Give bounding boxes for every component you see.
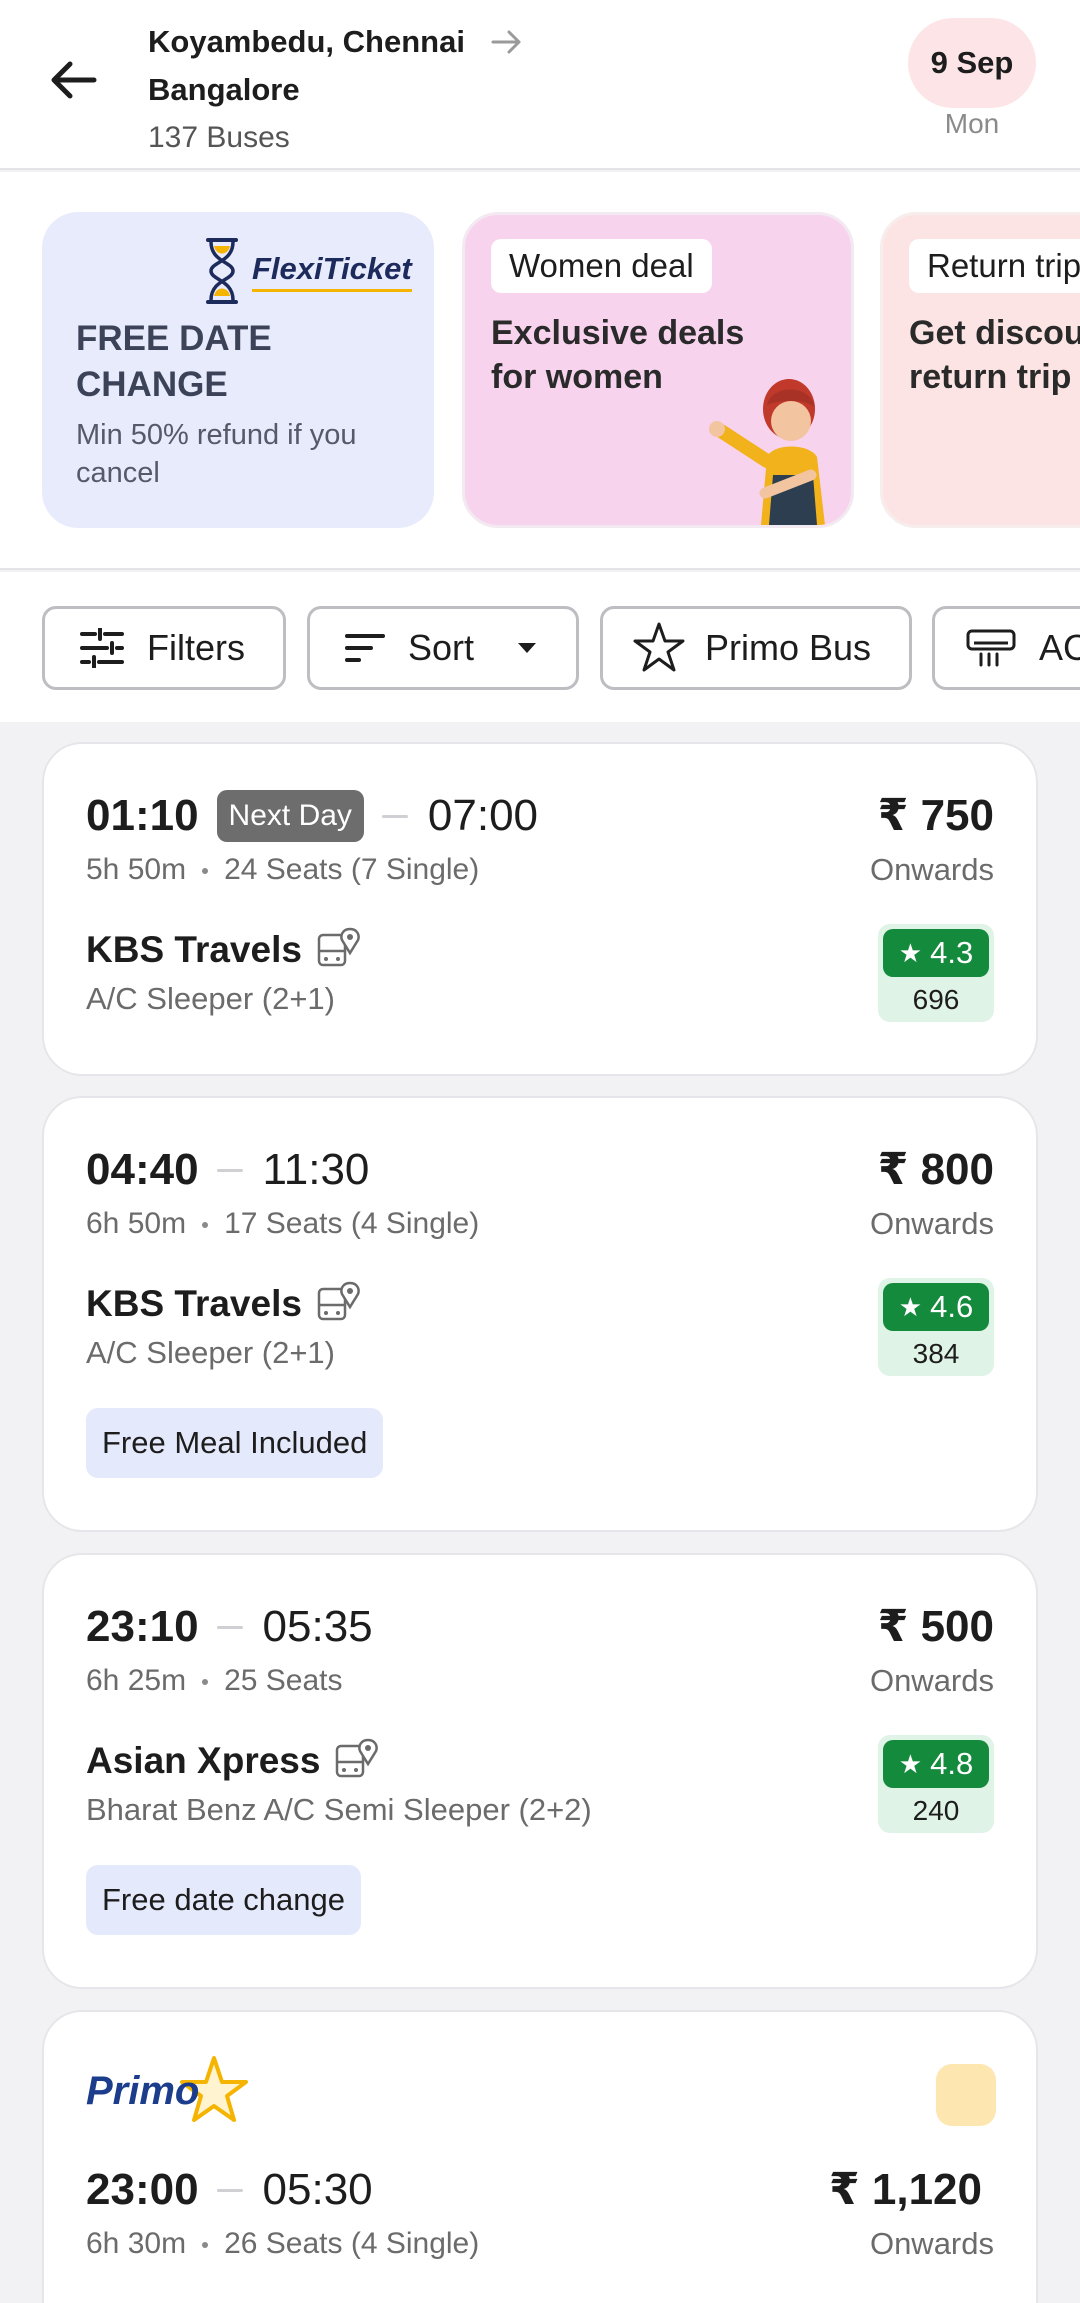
date-selector[interactable]: 9 Sep [908, 18, 1036, 108]
fare-onwards: Onwards [869, 1663, 994, 1698]
route-info[interactable]: Koyambedu, Chennai Bangalore 137 Buses [148, 18, 525, 162]
rating-value: 4.8 [930, 1746, 974, 1781]
operator-name: KBS Travels [86, 929, 302, 970]
departure-time: 01:10 [86, 791, 199, 840]
woman-illustration [709, 379, 825, 525]
offer-card-flexiticket[interactable]: FlexiTicket FREE DATE CHANGE Min 50% ref… [42, 212, 434, 528]
fare: ₹ 800 [877, 1145, 994, 1194]
arrow-right-icon [491, 30, 521, 54]
bus-tracking-icon [336, 1738, 379, 1778]
fare-onwards: Onwards [869, 852, 994, 887]
duration: 6h 50m [86, 1207, 187, 1240]
operator-name: Asian Xpress [86, 1740, 321, 1781]
fare: ₹ 500 [877, 1602, 994, 1651]
review-count: 384 [912, 1338, 960, 1369]
next-day-badge: Next Day [216, 790, 364, 842]
seats-available: 25 Seats [224, 1664, 343, 1697]
top-app-bar: Koyambedu, Chennai Bangalore 137 Buses 9… [0, 0, 1080, 170]
rating-badge: ★ 4.8 240 [878, 1735, 994, 1833]
offer-subtitle: Min 50% refund if you cancel [76, 419, 357, 489]
offer-card-return-trip[interactable]: Return trip Get discount on return trip [880, 212, 1080, 528]
bus-card-primo[interactable]: Primo 23:00 05:30 6h 30m 26 Seats (4 Sing… [42, 2010, 1038, 2303]
bus-card[interactable]: 04:40 11:30 6h 50m 17 Seats (4 Single) ₹ … [42, 1096, 1038, 1532]
air-conditioner-icon [966, 629, 1016, 667]
destination-city: Bangalore [148, 72, 300, 107]
offer-tag: Return trip [909, 239, 1080, 293]
bus-count: 137 Buses [148, 121, 290, 154]
trip-meta: 6h 50m 17 Seats (4 Single) [86, 1204, 479, 1244]
bus-tracking-icon [317, 1281, 360, 1321]
sliders-icon [80, 628, 124, 668]
fare-onwards: Onwards [869, 2226, 994, 2261]
fare: ₹ 1,120 [829, 2165, 982, 2214]
date-weekday: Mon [944, 108, 1000, 139]
trip-meta: 5h 50m 24 Seats (7 Single) [86, 850, 479, 890]
rating-badge: ★ 4.6 384 [878, 1278, 994, 1376]
offers-carousel[interactable]: FlexiTicket FREE DATE CHANGE Min 50% ref… [0, 172, 1080, 570]
ac-chip[interactable]: AC [932, 606, 1080, 690]
seats-available: 24 Seats (7 Single) [224, 853, 480, 886]
bus-tracking-icon [317, 927, 360, 967]
arrival-time: 05:35 [262, 1602, 373, 1651]
star-icon: ★ [898, 937, 923, 968]
arrival-time: 07:00 [427, 791, 539, 840]
time-separator [216, 1168, 243, 1172]
star-outline-icon [633, 622, 685, 672]
primo-bus-chip[interactable]: Primo Bus [600, 606, 912, 690]
time-separator [216, 2188, 243, 2192]
duration: 6h 25m [86, 1664, 187, 1697]
review-count: 696 [912, 984, 960, 1015]
fare-onwards: Onwards [869, 1206, 994, 1241]
operator-name: KBS Travels [86, 1283, 302, 1324]
bus-card[interactable]: 01:10 Next Day 07:00 5h 50m 24 Seats (7 S… [42, 742, 1038, 1076]
star-icon: ★ [898, 1748, 923, 1779]
amenity-badge: Free Meal Included [86, 1408, 384, 1478]
arrival-time: 05:30 [262, 2165, 373, 2214]
departure-time: 23:00 [86, 2165, 199, 2214]
filters-chip[interactable]: Filters [42, 606, 286, 690]
svg-text:Primo: Primo [86, 2069, 199, 2113]
trip-meta: 6h 25m 25 Seats [86, 1661, 343, 1701]
departure-time: 23:10 [86, 1602, 199, 1651]
origin-city: Koyambedu, Chennai [148, 24, 465, 59]
bus-card[interactable]: 23:10 05:35 6h 25m 25 Seats ₹ 500 Onwards… [42, 1553, 1038, 1989]
sort-lines-icon [345, 634, 385, 662]
bus-type: A/C Sleeper (2+1) [86, 981, 335, 1016]
caret-down-icon [518, 643, 537, 653]
duration: 6h 30m [86, 2227, 187, 2260]
primo-badge-icon [936, 2064, 996, 2126]
seats-available: 26 Seats (4 Single) [224, 2227, 480, 2260]
sort-chip[interactable]: Sort [307, 606, 579, 690]
fare: ₹ 750 [877, 791, 994, 840]
arrival-time: 11:30 [262, 1145, 370, 1194]
flexiticket-logo: FlexiTicket [202, 236, 412, 306]
rating-value: 4.6 [930, 1289, 974, 1324]
filter-chips-row: Filters Sort Primo Bus AC [0, 572, 1080, 722]
duration: 5h 50m [86, 853, 187, 886]
offer-tag: Women deal [491, 239, 712, 293]
rating-badge: ★ 4.3 696 [878, 924, 994, 1022]
time-separator [216, 1625, 243, 1629]
primo-logo: Primo [86, 2056, 248, 2122]
offer-title: Get discount on return trip [909, 314, 1080, 396]
seats-available: 17 Seats (4 Single) [224, 1207, 480, 1240]
offer-card-women-deal[interactable]: Women deal Exclusive deals for women [462, 212, 854, 528]
back-arrow-icon[interactable] [46, 52, 102, 108]
rating-value: 4.3 [930, 935, 974, 970]
star-icon: ★ [898, 1291, 923, 1322]
amenity-badge: Free date change [86, 1865, 362, 1935]
review-count: 240 [912, 1795, 960, 1826]
bus-type: A/C Sleeper (2+1) [86, 1335, 335, 1370]
offer-title: FREE DATE CHANGE [76, 319, 272, 404]
departure-time: 04:40 [86, 1145, 199, 1194]
hourglass-icon [206, 238, 238, 304]
trip-meta: 6h 30m 26 Seats (4 Single) [86, 2224, 479, 2264]
time-separator [381, 814, 408, 818]
bus-type: Bharat Benz A/C Semi Sleeper (2+2) [86, 1792, 592, 1827]
